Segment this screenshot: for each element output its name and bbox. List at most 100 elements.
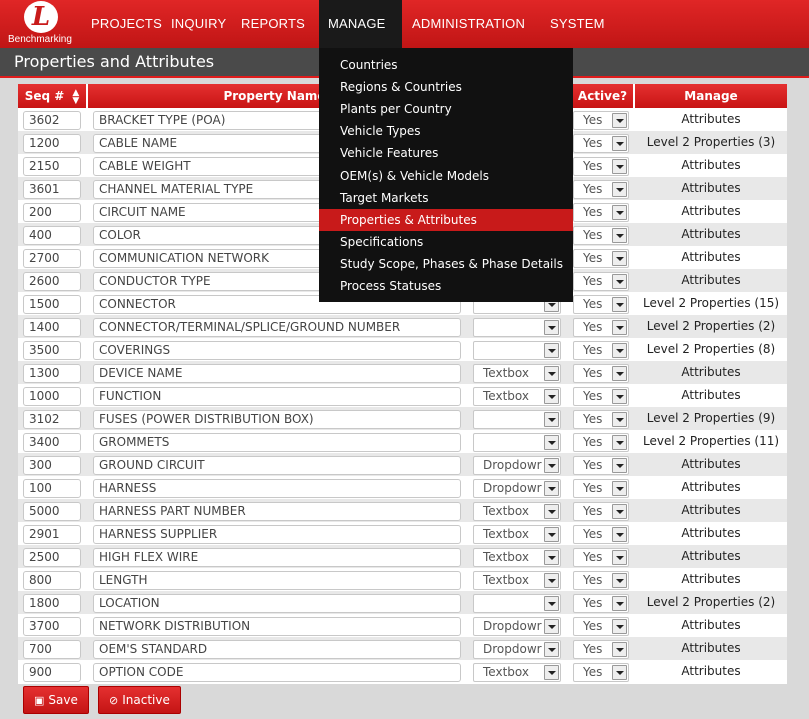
- active-select[interactable]: Yes: [573, 295, 629, 314]
- inactive-button[interactable]: ⊘ Inactive: [98, 686, 181, 714]
- menu-item-oem-s-vehicle-models[interactable]: OEM(s) & Vehicle Models: [319, 165, 573, 187]
- active-select[interactable]: Yes: [573, 479, 629, 498]
- active-select[interactable]: Yes: [573, 180, 629, 199]
- active-select[interactable]: Yes: [573, 134, 629, 153]
- property-name-input[interactable]: LENGTH: [93, 571, 461, 590]
- manage-link[interactable]: Level 2 Properties (2): [635, 315, 787, 338]
- active-select[interactable]: Yes: [573, 410, 629, 429]
- property-name-input[interactable]: LOCATION: [93, 594, 461, 613]
- property-name-input[interactable]: NETWORK DISTRIBUTION: [93, 617, 461, 636]
- column-header-active[interactable]: Active?: [572, 84, 633, 108]
- active-select[interactable]: Yes: [573, 456, 629, 475]
- active-select[interactable]: Yes: [573, 502, 629, 521]
- active-select[interactable]: Yes: [573, 272, 629, 291]
- active-select[interactable]: Yes: [573, 341, 629, 360]
- active-select[interactable]: Yes: [573, 525, 629, 544]
- sort-icon[interactable]: ▲ ▼: [72, 88, 79, 105]
- property-name-input[interactable]: FUNCTION: [93, 387, 461, 406]
- nav-item-administration[interactable]: ADMINISTRATION: [403, 0, 539, 75]
- seq-input[interactable]: 400: [23, 226, 81, 245]
- seq-input[interactable]: 100: [23, 479, 81, 498]
- menu-item-plants-per-country[interactable]: Plants per Country: [319, 98, 573, 120]
- manage-link[interactable]: Attributes: [635, 108, 787, 131]
- property-name-input[interactable]: HARNESS SUPPLIER: [93, 525, 461, 544]
- type-select[interactable]: Textbox: [473, 525, 561, 544]
- chevron-down-icon[interactable]: [544, 481, 559, 496]
- property-name-input[interactable]: OPTION CODE: [93, 663, 461, 682]
- seq-input[interactable]: 2600: [23, 272, 81, 291]
- chevron-down-icon[interactable]: [544, 665, 559, 680]
- type-select[interactable]: [473, 341, 561, 360]
- chevron-down-icon[interactable]: [544, 596, 559, 611]
- seq-input[interactable]: 3700: [23, 617, 81, 636]
- type-select[interactable]: Dropdowr: [473, 640, 561, 659]
- property-name-input[interactable]: FUSES (POWER DISTRIBUTION BOX): [93, 410, 461, 429]
- manage-link[interactable]: Level 2 Properties (3): [635, 131, 787, 154]
- type-select[interactable]: Textbox: [473, 364, 561, 383]
- chevron-down-icon[interactable]: [612, 251, 627, 266]
- chevron-down-icon[interactable]: [544, 412, 559, 427]
- chevron-down-icon[interactable]: [612, 642, 627, 657]
- type-select[interactable]: Textbox: [473, 571, 561, 590]
- chevron-down-icon[interactable]: [544, 435, 559, 450]
- chevron-down-icon[interactable]: [544, 619, 559, 634]
- type-select[interactable]: Dropdowr: [473, 617, 561, 636]
- seq-input[interactable]: 3400: [23, 433, 81, 452]
- seq-input[interactable]: 5000: [23, 502, 81, 521]
- seq-input[interactable]: 2500: [23, 548, 81, 567]
- seq-input[interactable]: 2700: [23, 249, 81, 268]
- menu-item-properties-attributes[interactable]: Properties & Attributes: [319, 209, 573, 231]
- seq-input[interactable]: 2901: [23, 525, 81, 544]
- active-select[interactable]: Yes: [573, 364, 629, 383]
- chevron-down-icon[interactable]: [612, 596, 627, 611]
- type-select[interactable]: [473, 594, 561, 613]
- active-select[interactable]: Yes: [573, 617, 629, 636]
- chevron-down-icon[interactable]: [612, 182, 627, 197]
- save-button[interactable]: ▣ Save: [23, 686, 89, 714]
- nav-item-projects[interactable]: PROJECTS: [82, 0, 162, 48]
- property-name-input[interactable]: HARNESS: [93, 479, 461, 498]
- chevron-down-icon[interactable]: [612, 228, 627, 243]
- active-select[interactable]: Yes: [573, 318, 629, 337]
- seq-input[interactable]: 1200: [23, 134, 81, 153]
- menu-item-countries[interactable]: Countries: [319, 54, 573, 76]
- active-select[interactable]: Yes: [573, 387, 629, 406]
- property-name-input[interactable]: CONNECTOR/TERMINAL/SPLICE/GROUND NUMBER: [93, 318, 461, 337]
- chevron-down-icon[interactable]: [612, 136, 627, 151]
- chevron-down-icon[interactable]: [544, 320, 559, 335]
- nav-item-manage[interactable]: MANAGE: [319, 0, 402, 75]
- manage-link[interactable]: Attributes: [635, 154, 787, 177]
- type-select[interactable]: Textbox: [473, 548, 561, 567]
- seq-input[interactable]: 1300: [23, 364, 81, 383]
- menu-item-vehicle-types[interactable]: Vehicle Types: [319, 120, 573, 142]
- seq-input[interactable]: 900: [23, 663, 81, 682]
- active-select[interactable]: Yes: [573, 226, 629, 245]
- chevron-down-icon[interactable]: [612, 573, 627, 588]
- manage-link[interactable]: Attributes: [635, 453, 787, 476]
- active-select[interactable]: Yes: [573, 663, 629, 682]
- seq-input[interactable]: 800: [23, 571, 81, 590]
- chevron-down-icon[interactable]: [544, 550, 559, 565]
- type-select[interactable]: [473, 410, 561, 429]
- type-select[interactable]: Dropdowr: [473, 479, 561, 498]
- manage-link[interactable]: Level 2 Properties (9): [635, 407, 787, 430]
- manage-link[interactable]: Attributes: [635, 499, 787, 522]
- chevron-down-icon[interactable]: [612, 297, 627, 312]
- property-name-input[interactable]: GROUND CIRCUIT: [93, 456, 461, 475]
- chevron-down-icon[interactable]: [544, 573, 559, 588]
- nav-item-inquiry[interactable]: INQUIRY: [162, 0, 230, 48]
- chevron-down-icon[interactable]: [612, 343, 627, 358]
- property-name-input[interactable]: COVERINGS: [93, 341, 461, 360]
- chevron-down-icon[interactable]: [612, 412, 627, 427]
- type-select[interactable]: Textbox: [473, 502, 561, 521]
- brand-logo[interactable]: L Benchmarking: [8, 0, 76, 48]
- property-name-input[interactable]: HARNESS PART NUMBER: [93, 502, 461, 521]
- type-select[interactable]: Dropdowr: [473, 456, 561, 475]
- manage-link[interactable]: Attributes: [635, 614, 787, 637]
- seq-input[interactable]: 700: [23, 640, 81, 659]
- chevron-down-icon[interactable]: [612, 274, 627, 289]
- manage-link[interactable]: Attributes: [635, 545, 787, 568]
- chevron-down-icon[interactable]: [612, 458, 627, 473]
- nav-item-reports[interactable]: REPORTS: [232, 0, 317, 75]
- menu-item-process-statuses[interactable]: Process Statuses: [319, 275, 573, 297]
